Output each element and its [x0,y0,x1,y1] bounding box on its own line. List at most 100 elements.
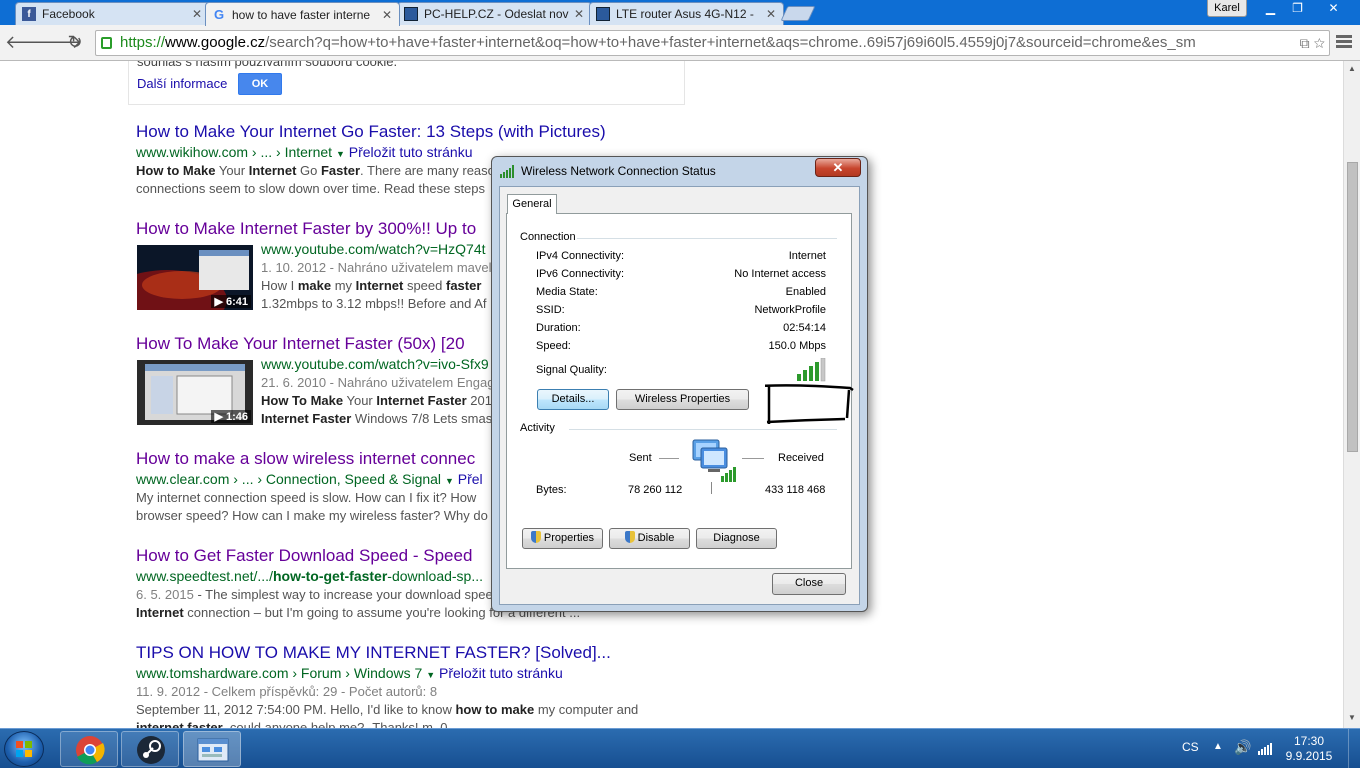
scroll-up-icon[interactable]: ▲ [1348,64,1356,73]
ssid-label: SSID: [536,304,565,316]
address-bar[interactable]: https://www.google.cz/search?q=how+to+ha… [95,30,1330,56]
window-controls: ▁ ❐ ✕ [1257,0,1356,18]
ipv4-value: Internet [788,250,826,262]
taskbar-steam[interactable] [121,731,179,767]
page-action-icon[interactable]: ⧉ [1300,35,1310,51]
language-indicator[interactable]: CS [1182,740,1199,754]
speed-label: Speed: [536,340,571,352]
tab-lte-router[interactable]: LTE router Asus 4G-N12 - ✕ [589,2,784,25]
signal-label: Signal Quality: [536,364,607,376]
chrome-menu-icon[interactable] [1336,33,1352,51]
minimize-icon[interactable]: ▁ [1257,0,1284,18]
tab-title: LTE router Asus 4G-N12 - [616,7,754,21]
dialog-client-area: General Connection IPv4 Connectivity: In… [499,186,860,605]
more-info-link[interactable]: Další informace [137,76,227,91]
tab-google-search[interactable]: G how to have faster interne ✕ [205,2,400,26]
translate-link[interactable]: Přeložit tuto stránku [439,665,563,681]
ssid-value: NetworkProfile [754,304,826,316]
bookmark-star-icon[interactable]: ☆ [1314,35,1325,51]
wireless-signal-icon [500,165,514,178]
ipv6-label: IPv6 Connectivity: [536,268,625,280]
sent-label: Sent [629,452,652,464]
document-icon [404,7,418,21]
media-state-value: Enabled [785,286,826,298]
omnibox-icons: ⧉ ☆ [1295,31,1325,55]
windows-logo-icon [16,741,32,757]
general-tab-page: Connection IPv4 Connectivity: Internet I… [506,213,854,569]
show-desktop-button[interactable] [1348,729,1360,768]
properties-button[interactable]: Properties [522,528,603,549]
dropdown-arrow-icon[interactable]: ▼ [336,149,345,159]
back-icon[interactable]: 🡐 [5,31,53,55]
video-thumbnail[interactable]: ▶ 6:41 [137,245,253,310]
scroll-down-icon[interactable]: ▼ [1348,713,1356,722]
dropdown-arrow-icon[interactable]: ▼ [445,476,454,486]
start-button[interactable] [4,731,44,767]
scrollbar-thumb[interactable] [1347,162,1358,452]
group-divider [577,238,837,239]
result-title-link[interactable]: How to Make Your Internet Go Faster: 13 … [136,122,696,144]
facebook-icon: f [22,7,36,21]
result-url: www.tomshardware.com › Forum › Windows 7… [136,665,696,683]
media-state-row: Media State: Enabled [536,286,826,301]
search-result: TIPS ON HOW TO MAKE MY INTERNET FASTER? … [136,643,696,728]
tab-general[interactable]: General [507,194,557,214]
dialog-close-icon[interactable]: ✕ [815,158,861,177]
details-button[interactable]: Details... [537,389,609,410]
disable-button[interactable]: Disable [609,528,690,549]
window-close-icon[interactable]: ✕ [1311,0,1356,18]
close-tab-icon[interactable]: ✕ [573,7,585,21]
lock-icon [101,37,112,49]
steam-icon [137,736,165,764]
network-computers-icon [692,439,736,482]
close-tab-icon[interactable]: ✕ [765,7,777,21]
tab-facebook[interactable]: f Facebook ✕ [15,2,210,25]
dropdown-arrow-icon[interactable]: ▼ [426,670,435,680]
translate-link[interactable]: Přeložit tuto stránku [349,144,473,160]
cookie-ok-button[interactable]: OK [238,73,282,95]
taskbar-chrome[interactable] [60,731,118,767]
taskbar-clock[interactable]: 17:30 9.9.2015 [1284,734,1334,764]
url-scheme: https:// [120,34,166,51]
wireless-properties-button[interactable]: Wireless Properties [616,389,749,410]
result-meta: 11. 9. 2012 - Celkem příspěvků: 29 - Poč… [136,684,438,699]
wireless-status-dialog: Wireless Network Connection Status ✕ Gen… [491,156,868,612]
network-window-icon [197,738,229,762]
show-hidden-icons[interactable]: ▲ [1213,741,1223,752]
clock-date: 9.9.2015 [1285,749,1333,763]
clock-time: 17:30 [1293,734,1325,748]
user-profile-badge[interactable]: Karel [1207,0,1247,17]
windows-taskbar: CS ▲ 🔊 17:30 9.9.2015 [0,728,1360,768]
duration-row: Duration: 02:54:14 [536,322,826,337]
tab-pc-help[interactable]: PC-HELP.CZ - Odeslat nov ✕ [397,2,592,25]
url-path: /search?q=how+to+have+faster+internet&oq… [265,34,1196,51]
signal-row: Signal Quality: [536,364,826,379]
result-url-text: www.tomshardware.com › Forum › Windows 7 [136,665,423,681]
taskbar-network-window[interactable] [183,731,241,767]
ssid-row: SSID: NetworkProfile [536,304,826,319]
close-button[interactable]: Close [772,573,846,595]
bytes-sent-value: 78 260 112 [628,484,683,496]
bytes-received-value: 433 118 468 [765,484,826,496]
page-scrollbar[interactable]: ▲ ▼ [1343,61,1360,728]
close-tab-icon[interactable]: ✕ [191,7,203,21]
signal-quality-icon [797,358,826,382]
network-tray-icon[interactable] [1258,743,1272,755]
close-tab-icon[interactable]: ✕ [381,8,393,22]
uac-shield-icon [530,531,541,543]
translate-link[interactable]: Přel [458,471,483,487]
sent-line [659,458,679,459]
url-host: www.google.cz [165,34,266,51]
properties-button-label: Properties [543,532,595,544]
diagnose-button[interactable]: Diagnose [696,528,777,549]
bytes-divider [711,482,712,494]
result-url-text: www.clear.com › ... › Connection, Speed … [136,471,442,487]
result-title-link[interactable]: TIPS ON HOW TO MAKE MY INTERNET FASTER? … [136,643,696,665]
new-tab-button[interactable] [780,6,816,21]
video-thumbnail[interactable]: ▶ 1:46 [137,360,253,425]
maximize-icon[interactable]: ❐ [1284,0,1311,18]
reload-icon[interactable]: ↻ [63,31,87,55]
forward-icon[interactable]: 🡒 [34,31,82,55]
volume-icon[interactable]: 🔊 [1234,739,1251,756]
dialog-title: Wireless Network Connection Status [521,164,716,178]
